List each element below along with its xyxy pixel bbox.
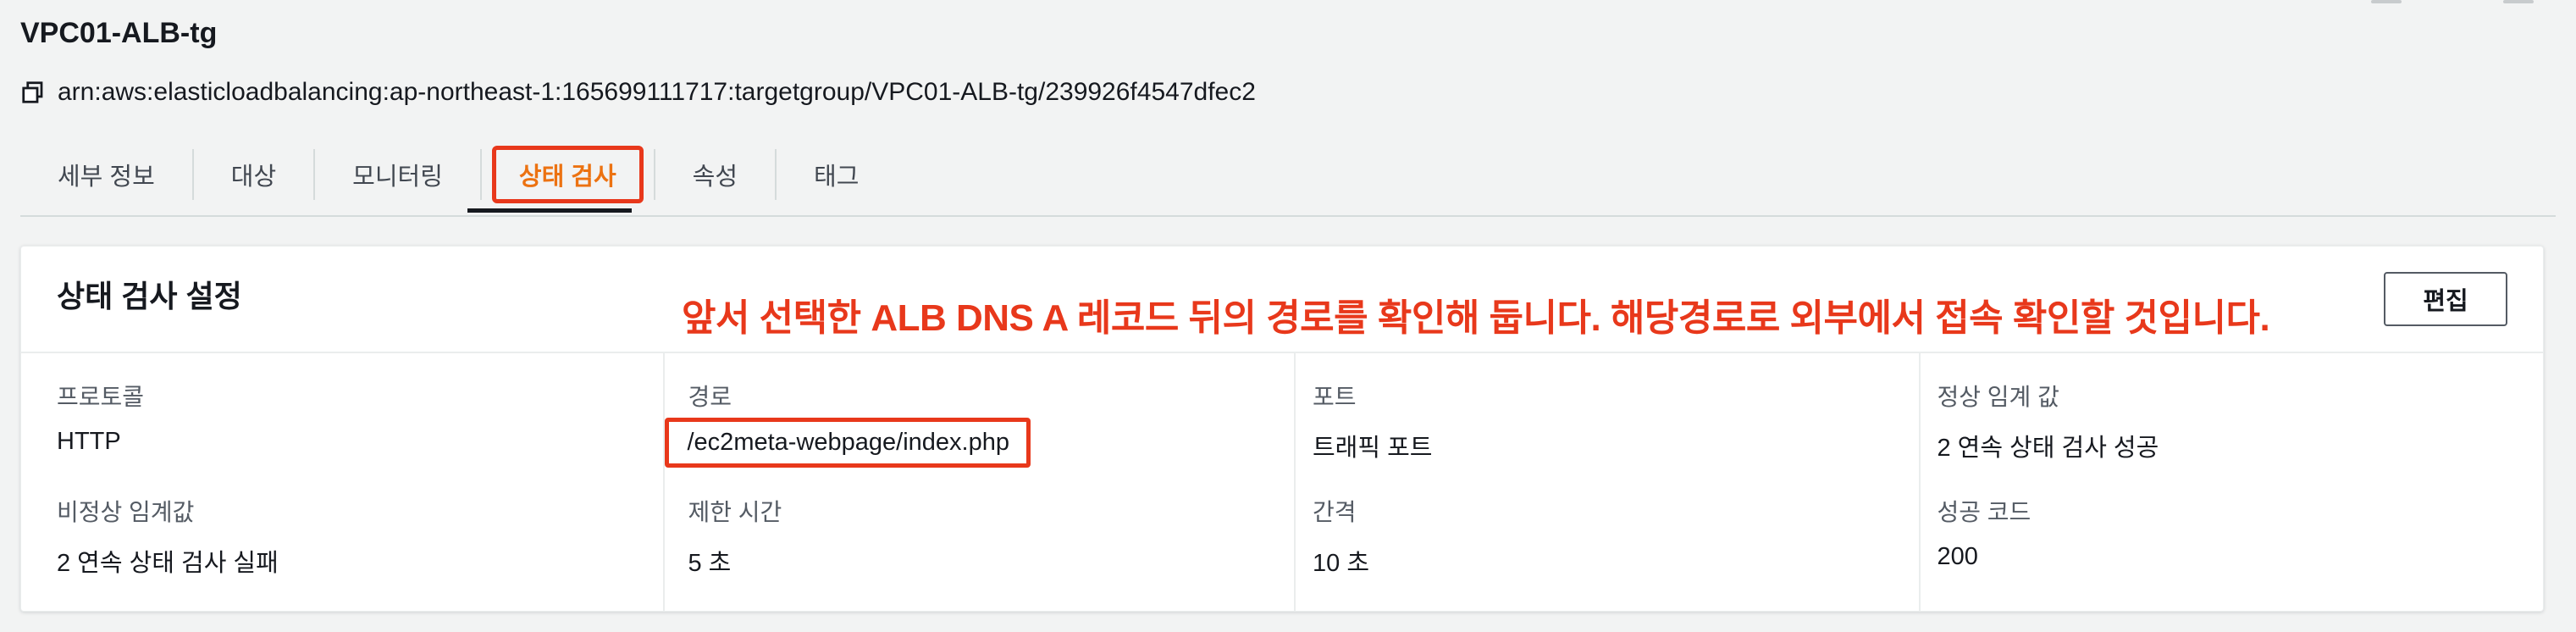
field-value: 5 초 xyxy=(688,550,732,577)
field-label: 경로 xyxy=(688,384,732,410)
settings-column: 정상 임계 값 2 연속 상태 검사 성공 성공 코드 200 xyxy=(1918,353,2544,611)
tab-details[interactable]: 세부 정보 xyxy=(20,149,192,200)
field-value: HTTP xyxy=(57,428,121,455)
settings-column: 프로토콜 HTTP 비정상 임계값 2 연속 상태 검사 실패 xyxy=(21,353,663,611)
tab-health-checks[interactable]: 상태 검사 xyxy=(482,146,654,203)
arn-text: arn:aws:elasticloadbalancing:ap-northeas… xyxy=(58,78,1256,106)
tab-tags[interactable]: 태그 xyxy=(777,149,896,200)
health-check-settings-panel: 상태 검사 설정 앞서 선택한 ALB DNS A 레코드 뒤의 경로를 확인해… xyxy=(20,246,2544,612)
tab-targets[interactable]: 대상 xyxy=(194,149,313,200)
settings-grid: 프로토콜 HTTP 비정상 임계값 2 연속 상태 검사 실패 경로 /ec2m… xyxy=(21,353,2543,611)
timeout-field: 제한 시간 5 초 xyxy=(688,494,782,579)
tab-monitoring[interactable]: 모니터링 xyxy=(315,149,480,200)
field-value: 10 초 xyxy=(1313,550,1369,577)
tab-label: 속성 xyxy=(692,164,738,191)
field-value: 트래픽 포트 xyxy=(1313,435,1433,462)
field-value: 2 연속 상태 검사 실패 xyxy=(57,550,279,577)
control-icon-1[interactable] xyxy=(2371,0,2402,3)
arn-row: arn:aws:elasticloadbalancing:ap-northeas… xyxy=(20,78,1256,107)
settings-column: 포트 트래픽 포트 간격 10 초 xyxy=(1294,353,1919,611)
panel-header: 상태 검사 설정 앞서 선택한 ALB DNS A 레코드 뒤의 경로를 확인해… xyxy=(21,247,2543,353)
annotation-highlight-box xyxy=(491,146,644,203)
tab-label: 태그 xyxy=(814,164,860,191)
field-label: 간격 xyxy=(1313,499,1357,525)
field-label: 성공 코드 xyxy=(1937,499,2032,525)
annotation-text: 앞서 선택한 ALB DNS A 레코드 뒤의 경로를 확인해 둡니다. 해당경… xyxy=(682,297,2270,339)
field-label: 포트 xyxy=(1313,384,1357,410)
settings-column: 경로 /ec2meta-webpage/index.php 제한 시간 5 초 xyxy=(662,353,1295,611)
interval-field: 간격 10 초 xyxy=(1313,494,1369,579)
field-value: 2 연속 상태 검사 성공 xyxy=(1937,435,2159,462)
field-label: 정상 임계 값 xyxy=(1937,384,2059,410)
tab-bar: 세부 정보 대상 모니터링 상태 검사 속성 태그 xyxy=(20,136,896,213)
tab-attributes[interactable]: 속성 xyxy=(655,149,775,200)
tab-label: 모니터링 xyxy=(352,164,443,191)
control-icon-2[interactable] xyxy=(2503,0,2534,3)
panel-title: 상태 검사 설정 xyxy=(57,279,242,313)
active-tab-underline xyxy=(467,208,632,213)
edit-button[interactable]: 편집 xyxy=(2384,272,2507,326)
healthy-threshold-field: 정상 임계 값 2 연속 상태 검사 성공 xyxy=(1938,379,2159,463)
field-label: 제한 시간 xyxy=(688,499,782,525)
tab-label: 대상 xyxy=(230,164,277,191)
field-label: 비정상 임계값 xyxy=(57,499,195,525)
target-group-title: VPC01-ALB-tg xyxy=(20,17,218,49)
field-value: 200 xyxy=(1937,543,1978,570)
field-label: 프로토콜 xyxy=(57,384,145,410)
path-value-highlighted: /ec2meta-webpage/index.php xyxy=(664,418,1031,468)
tab-divider xyxy=(20,215,2556,217)
unhealthy-threshold-field: 비정상 임계값 2 연속 상태 검사 실패 xyxy=(57,494,279,579)
port-field: 포트 트래픽 포트 xyxy=(1313,379,1432,463)
copy-icon[interactable] xyxy=(20,80,46,105)
tab-label: 세부 정보 xyxy=(58,164,155,191)
path-field: 경로 /ec2meta-webpage/index.php xyxy=(664,379,1031,468)
protocol-field: 프로토콜 HTTP xyxy=(57,379,144,456)
window-controls xyxy=(2371,0,2534,3)
success-codes-field: 성공 코드 200 xyxy=(1938,494,2032,571)
